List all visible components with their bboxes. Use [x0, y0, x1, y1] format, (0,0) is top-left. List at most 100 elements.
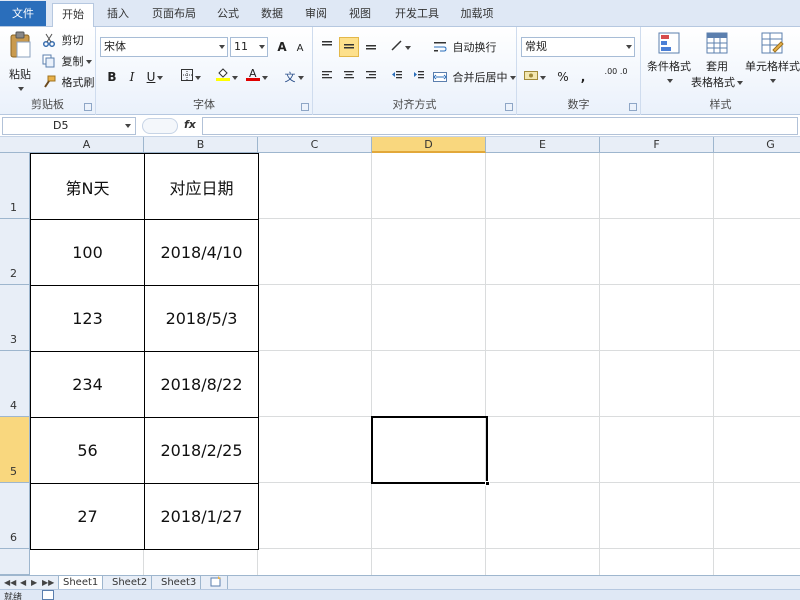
decrease-indent-button[interactable]	[387, 67, 407, 87]
column-header-e[interactable]: E	[486, 137, 600, 153]
font-color-button[interactable]: A	[244, 67, 270, 87]
grid-cell[interactable]	[30, 549, 144, 575]
grid-cell[interactable]	[486, 351, 600, 417]
name-box[interactable]: D5	[2, 117, 136, 135]
underline-button[interactable]: U	[142, 67, 168, 87]
wrap-text-button[interactable]: 自动换行	[433, 39, 497, 56]
grid-cell[interactable]	[600, 417, 714, 483]
cell-styles-button[interactable]: 单元格样式	[745, 31, 800, 87]
last-sheet-icon[interactable]: ▶▶	[42, 578, 54, 587]
tab-review[interactable]: 审阅	[298, 3, 334, 27]
grid-cell[interactable]	[144, 549, 258, 575]
grid-cell[interactable]	[372, 285, 486, 351]
percent-style-button[interactable]: %	[553, 67, 573, 87]
insert-function-button[interactable]: fx	[184, 118, 196, 131]
cell-b1[interactable]: 对应日期	[144, 153, 259, 220]
grid-cell[interactable]	[600, 483, 714, 549]
font-name-select[interactable]: 宋体	[100, 37, 228, 57]
selected-cell-d5[interactable]	[371, 416, 490, 486]
tab-addins[interactable]: 加载项	[454, 3, 500, 27]
sheet-tab-sheet1[interactable]: Sheet1	[58, 576, 104, 590]
fill-handle[interactable]	[485, 481, 490, 486]
grid-cell[interactable]	[714, 351, 800, 417]
grid-cell[interactable]	[714, 549, 800, 575]
number-dialog-launcher[interactable]	[629, 103, 637, 111]
column-header-f[interactable]: F	[600, 137, 714, 153]
column-header-b[interactable]: B	[144, 137, 258, 153]
next-sheet-icon[interactable]: ▶	[31, 578, 37, 587]
shrink-font-button[interactable]: A	[290, 39, 310, 59]
cut-button[interactable]: 剪切	[42, 32, 84, 49]
tab-data[interactable]: 数据	[254, 3, 290, 27]
column-header-c[interactable]: C	[258, 137, 372, 153]
grid-cell[interactable]	[600, 285, 714, 351]
grid-cell[interactable]	[258, 417, 372, 483]
grid-cell[interactable]	[258, 219, 372, 285]
cell-a1[interactable]: 第N天	[30, 153, 145, 220]
grid-cell[interactable]	[258, 483, 372, 549]
accounting-format-button[interactable]	[521, 67, 549, 87]
align-right-button[interactable]	[361, 67, 381, 87]
row-header-5[interactable]: 5	[0, 417, 30, 483]
copy-button[interactable]: 复制	[42, 53, 92, 70]
grid-cell[interactable]	[486, 417, 600, 483]
grid-cell[interactable]	[486, 483, 600, 549]
column-header-g[interactable]: G	[714, 137, 800, 153]
format-painter-button[interactable]: 格式刷	[42, 74, 95, 91]
cell-a2[interactable]: 100	[30, 219, 145, 286]
decimal-buttons[interactable]: .00 .0	[597, 67, 635, 87]
sheet-tab-sheet3[interactable]: Sheet3	[157, 576, 202, 590]
copy-dropdown-icon[interactable]	[85, 60, 92, 64]
grid-cell[interactable]	[600, 153, 714, 219]
align-center-button[interactable]	[339, 67, 359, 87]
italic-button[interactable]: I	[122, 67, 142, 87]
align-middle-button[interactable]	[339, 37, 359, 57]
grid-cell[interactable]	[714, 417, 800, 483]
clipboard-dialog-launcher[interactable]	[84, 103, 92, 111]
grid-cell[interactable]	[486, 549, 600, 575]
worksheet-grid[interactable]: 第N天 对应日期 100 2018/4/10 123 2018/5/3 234 …	[30, 153, 800, 575]
grid-cell[interactable]	[372, 219, 486, 285]
bold-button[interactable]: B	[102, 67, 122, 87]
grow-font-button[interactable]: A	[272, 37, 292, 57]
grid-cell[interactable]	[600, 219, 714, 285]
fill-color-button[interactable]	[214, 67, 240, 87]
grid-cell[interactable]	[372, 153, 486, 219]
insert-sheet-button[interactable]	[206, 576, 228, 590]
grid-cell[interactable]	[258, 549, 372, 575]
paste-button[interactable]: 粘贴	[6, 31, 34, 91]
row-header-4[interactable]: 4	[0, 351, 30, 417]
formula-bar-expander[interactable]	[142, 118, 178, 134]
cell-a6[interactable]: 27	[30, 483, 145, 550]
grid-cell[interactable]	[600, 549, 714, 575]
tab-home[interactable]: 开始	[52, 3, 94, 28]
grid-cell[interactable]	[258, 153, 372, 219]
row-header-2[interactable]: 2	[0, 219, 30, 285]
cell-a3[interactable]: 123	[30, 285, 145, 352]
grid-cell[interactable]	[258, 285, 372, 351]
grid-cell[interactable]	[486, 285, 600, 351]
prev-sheet-icon[interactable]: ◀	[20, 578, 26, 587]
grid-cell[interactable]	[714, 219, 800, 285]
macro-record-icon[interactable]	[42, 590, 54, 600]
font-size-select[interactable]: 11	[230, 37, 268, 57]
cell-b5[interactable]: 2018/2/25	[144, 417, 259, 484]
column-header-a[interactable]: A	[30, 137, 144, 153]
alignment-dialog-launcher[interactable]	[505, 103, 513, 111]
font-dialog-launcher[interactable]	[301, 103, 309, 111]
orientation-button[interactable]	[389, 37, 413, 57]
grid-cell[interactable]	[486, 153, 600, 219]
tab-view[interactable]: 视图	[342, 3, 378, 27]
tab-formulas[interactable]: 公式	[210, 3, 246, 27]
row-header-7[interactable]	[0, 549, 30, 575]
align-left-button[interactable]	[317, 67, 337, 87]
grid-cell[interactable]	[714, 483, 800, 549]
sheet-tab-sheet2[interactable]: Sheet2	[108, 576, 153, 590]
row-header-3[interactable]: 3	[0, 285, 30, 351]
number-format-select[interactable]: 常规	[521, 37, 635, 57]
align-bottom-button[interactable]	[361, 37, 381, 57]
row-header-1[interactable]: 1	[0, 153, 30, 219]
grid-cell[interactable]	[372, 549, 486, 575]
cell-b3[interactable]: 2018/5/3	[144, 285, 259, 352]
paste-dropdown-icon[interactable]	[18, 87, 24, 91]
